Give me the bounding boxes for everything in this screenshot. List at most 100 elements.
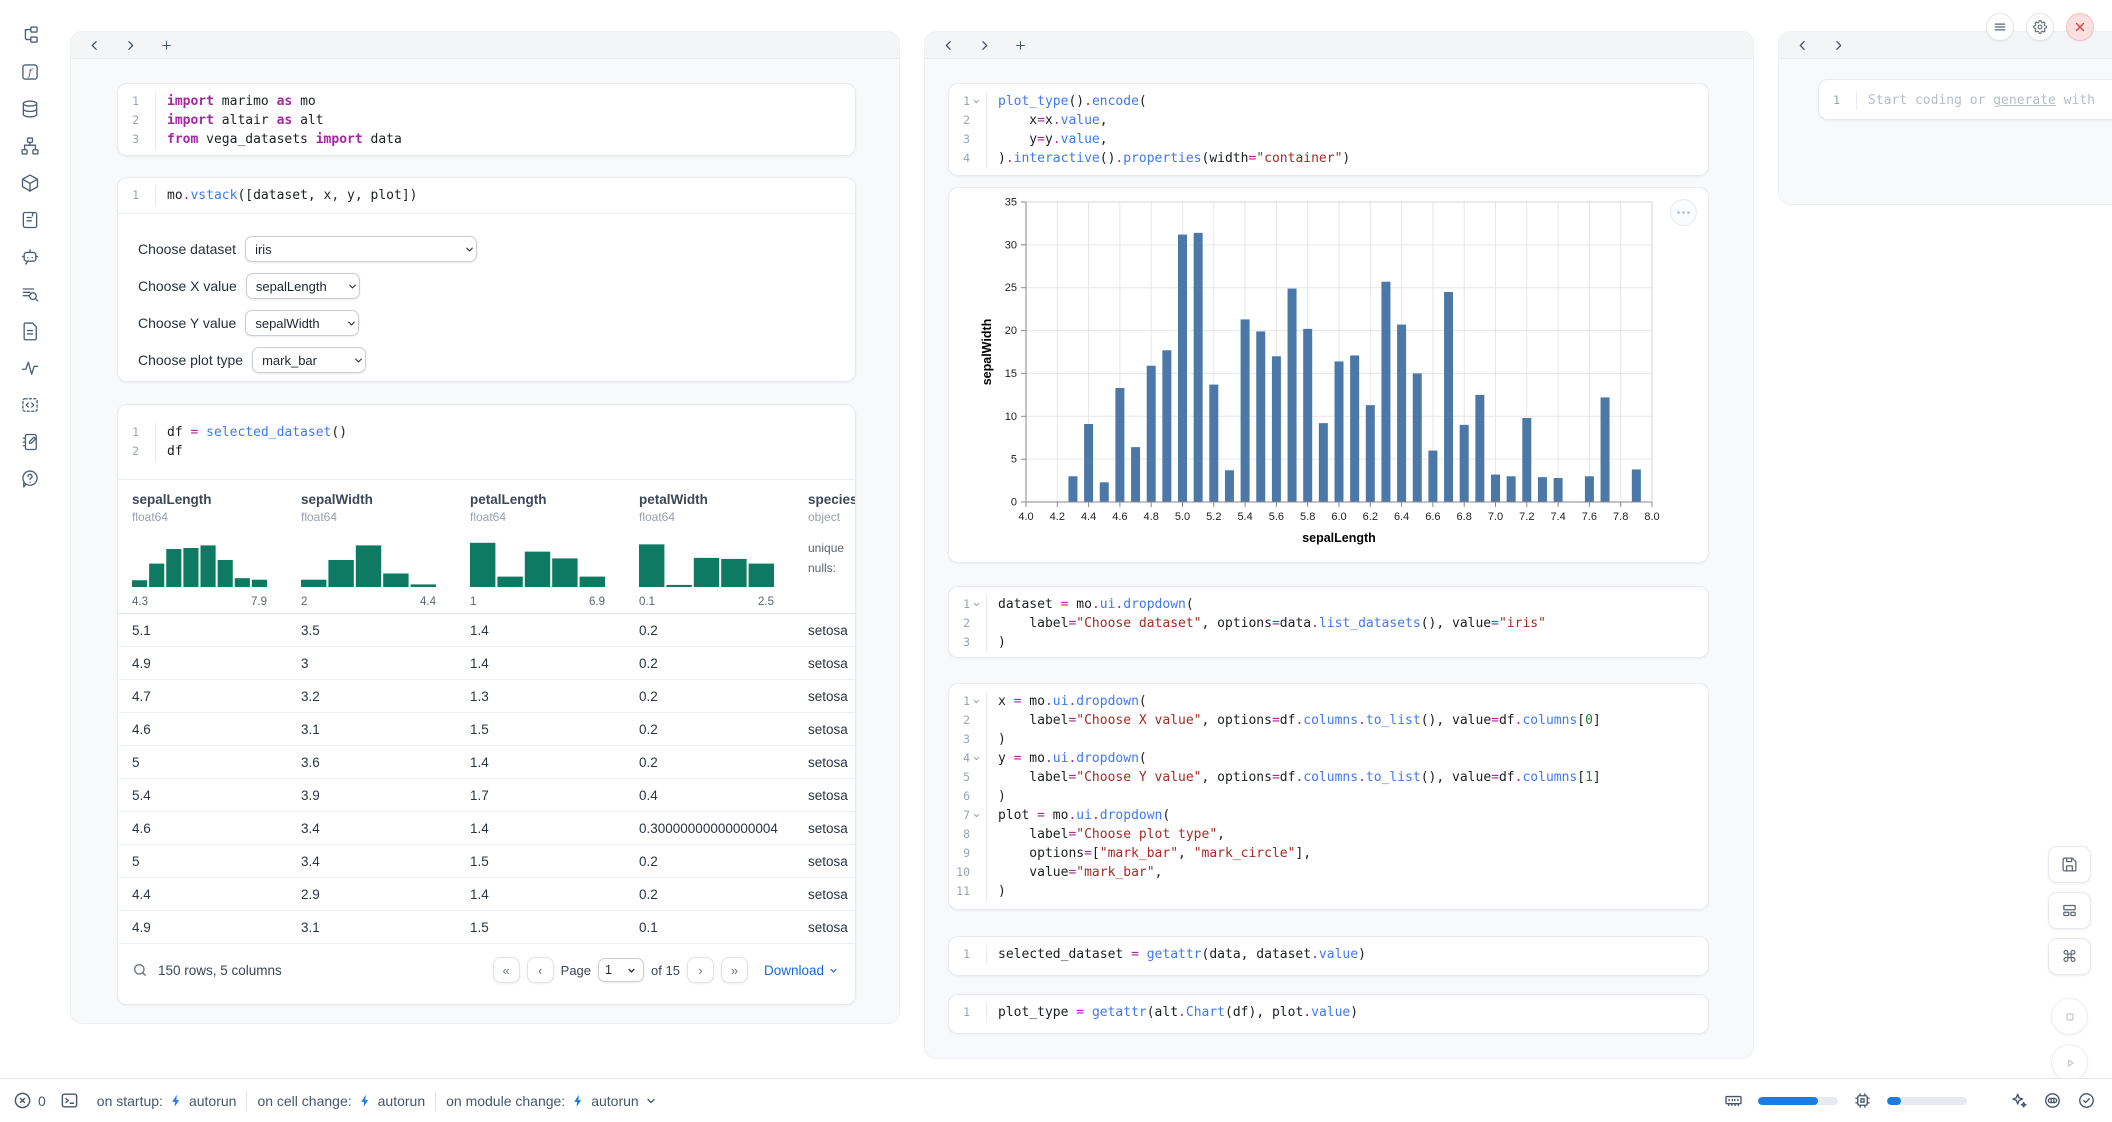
tracing-icon[interactable] [19,357,41,379]
copilot-icon[interactable] [2043,1091,2062,1110]
bar[interactable] [1491,475,1500,502]
bar[interactable] [1522,418,1531,502]
code-line[interactable]: 3 y=y.value, [949,130,1708,149]
run-icon[interactable] [2051,1044,2088,1081]
scroll-icon[interactable] [19,209,41,231]
table-column-header[interactable]: petalLengthfloat6416.9 [470,492,639,605]
code-line[interactable]: 8 label="Choose plot type", [949,825,1708,844]
bar[interactable] [1241,319,1250,502]
add-cell-icon[interactable] [1009,35,1031,55]
bar[interactable] [1256,331,1265,502]
table-column-header[interactable]: sepalWidthfloat6424.4 [301,492,470,605]
code-line[interactable]: 1df = selected_dataset() [118,423,855,442]
chevron-right-icon[interactable] [1827,35,1849,55]
code-line[interactable]: 10 value="mark_bar", [949,863,1708,882]
dropdown-select[interactable]: sepalWidth [245,310,359,336]
bar[interactable] [1288,289,1297,502]
bar[interactable] [1381,282,1390,502]
table-row[interactable]: 5.13.51.40.2setosa [118,614,855,647]
terminal-icon[interactable] [60,1091,79,1110]
menu-icon[interactable] [1986,13,2014,41]
snippets-icon[interactable] [19,394,41,416]
next-page-button[interactable]: › [687,957,714,983]
table-row[interactable]: 5.43.91.70.4setosa [118,779,855,812]
table-row[interactable]: 4.931.40.2setosa [118,647,855,680]
stop-icon[interactable] [2051,998,2088,1035]
functions-icon[interactable]: f [19,61,41,83]
bar[interactable] [1460,425,1469,502]
fold-chevron-icon[interactable] [972,97,981,106]
bar[interactable] [1366,405,1375,502]
table-row[interactable]: 4.63.11.50.2setosa [118,713,855,746]
table-column-header[interactable]: sepalLengthfloat644.37.9 [132,492,301,605]
code-line[interactable]: 5 label="Choose Y value", options=df.col… [949,768,1708,787]
code-line[interactable]: 1Start coding or generate with [1819,91,2112,110]
prev-page-button[interactable]: ‹ [527,957,554,983]
code-line[interactable]: 3) [949,633,1708,652]
table-column-header[interactable]: petalWidthfloat640.12.5 [639,492,808,605]
code-line[interactable]: 1dataset = mo.ui.dropdown( [949,595,1708,614]
code-line[interactable]: 1x = mo.ui.dropdown( [949,692,1708,711]
bar[interactable] [1475,395,1484,502]
dropdown-select[interactable]: mark_bar [252,347,366,373]
table-column-header[interactable]: speciesobjectuniquenulls: [808,492,855,605]
code-cell-imports[interactable]: 1import marimo as mo2import altair as al… [117,83,856,156]
bar[interactable] [1601,397,1610,502]
table-row[interactable]: 4.42.91.40.2setosa [118,878,855,911]
download-button[interactable]: Download [764,963,839,978]
bar-chart[interactable]: 4.04.24.44.64.85.05.25.45.65.86.06.26.46… [949,188,1702,558]
file-tree-icon[interactable] [19,24,41,46]
bar[interactable] [1507,476,1516,502]
bar[interactable] [1397,325,1406,502]
autorun-item[interactable]: on module change:autorun [446,1093,657,1109]
close-icon[interactable] [2066,13,2094,41]
code-cell-dataset-dropdown[interactable]: 1dataset = mo.ui.dropdown(2 label="Choos… [948,586,1709,658]
code-line[interactable]: 2df [118,442,855,461]
chart-menu-icon[interactable] [1670,199,1697,226]
fold-chevron-icon[interactable] [972,754,981,763]
last-page-button[interactable]: » [721,957,748,983]
code-cell-xy-plot-dropdowns[interactable]: 1x = mo.ui.dropdown(2 label="Choose X va… [948,683,1709,910]
save-icon[interactable] [2048,846,2091,883]
add-cell-icon[interactable] [155,35,177,55]
bar[interactable] [1632,469,1641,502]
first-page-button[interactable]: « [493,957,520,983]
autorun-item[interactable]: on cell change:autorun [257,1093,425,1109]
code-line[interactable]: 2 label="Choose X value", options=df.col… [949,711,1708,730]
bar[interactable] [1444,292,1453,502]
help-icon[interactable] [19,468,41,490]
code-line[interactable]: 6) [949,787,1708,806]
empty-code-cell[interactable]: 1Start coding or generate with [1818,79,2112,120]
bar[interactable] [1115,388,1124,502]
bar[interactable] [1068,476,1077,502]
code-cell-vstack[interactable]: 1mo.vstack([dataset, x, y, plot]) Choose… [117,177,856,382]
code-line[interactable]: 1selected_dataset = getattr(data, datase… [949,945,1708,964]
fold-chevron-icon[interactable] [972,600,981,609]
code-line[interactable]: 3from vega_datasets import data [118,130,855,149]
code-line[interactable]: 4y = mo.ui.dropdown( [949,749,1708,768]
code-line[interactable]: 2 x=x.value, [949,111,1708,130]
code-line[interactable]: 3) [949,730,1708,749]
layout-icon[interactable] [2048,892,2091,929]
document-icon[interactable] [19,320,41,342]
database-icon[interactable] [19,98,41,120]
chevron-right-icon[interactable] [119,35,141,55]
fold-chevron-icon[interactable] [972,697,981,706]
scratchpad-icon[interactable] [19,431,41,453]
code-line[interactable]: 2import altair as alt [118,111,855,130]
chevron-left-icon[interactable] [1791,35,1813,55]
bar[interactable] [1350,355,1359,502]
bar[interactable] [1554,478,1563,502]
dependency-graph-icon[interactable] [19,135,41,157]
table-row[interactable]: 4.63.41.40.30000000000000004setosa [118,812,855,845]
chevron-left-icon[interactable] [83,35,105,55]
bar[interactable] [1225,470,1234,502]
code-cell-plot-type[interactable]: 1plot_type = getattr(alt.Chart(df), plot… [948,994,1709,1034]
code-line[interactable]: 7plot = mo.ui.dropdown( [949,806,1708,825]
dropdown-select[interactable]: sepalLength [246,273,360,299]
chat-bot-icon[interactable] [19,246,41,268]
bar[interactable] [1209,385,1218,502]
bar[interactable] [1100,482,1109,502]
sparkles-icon[interactable] [2009,1091,2028,1110]
bar[interactable] [1335,361,1344,502]
